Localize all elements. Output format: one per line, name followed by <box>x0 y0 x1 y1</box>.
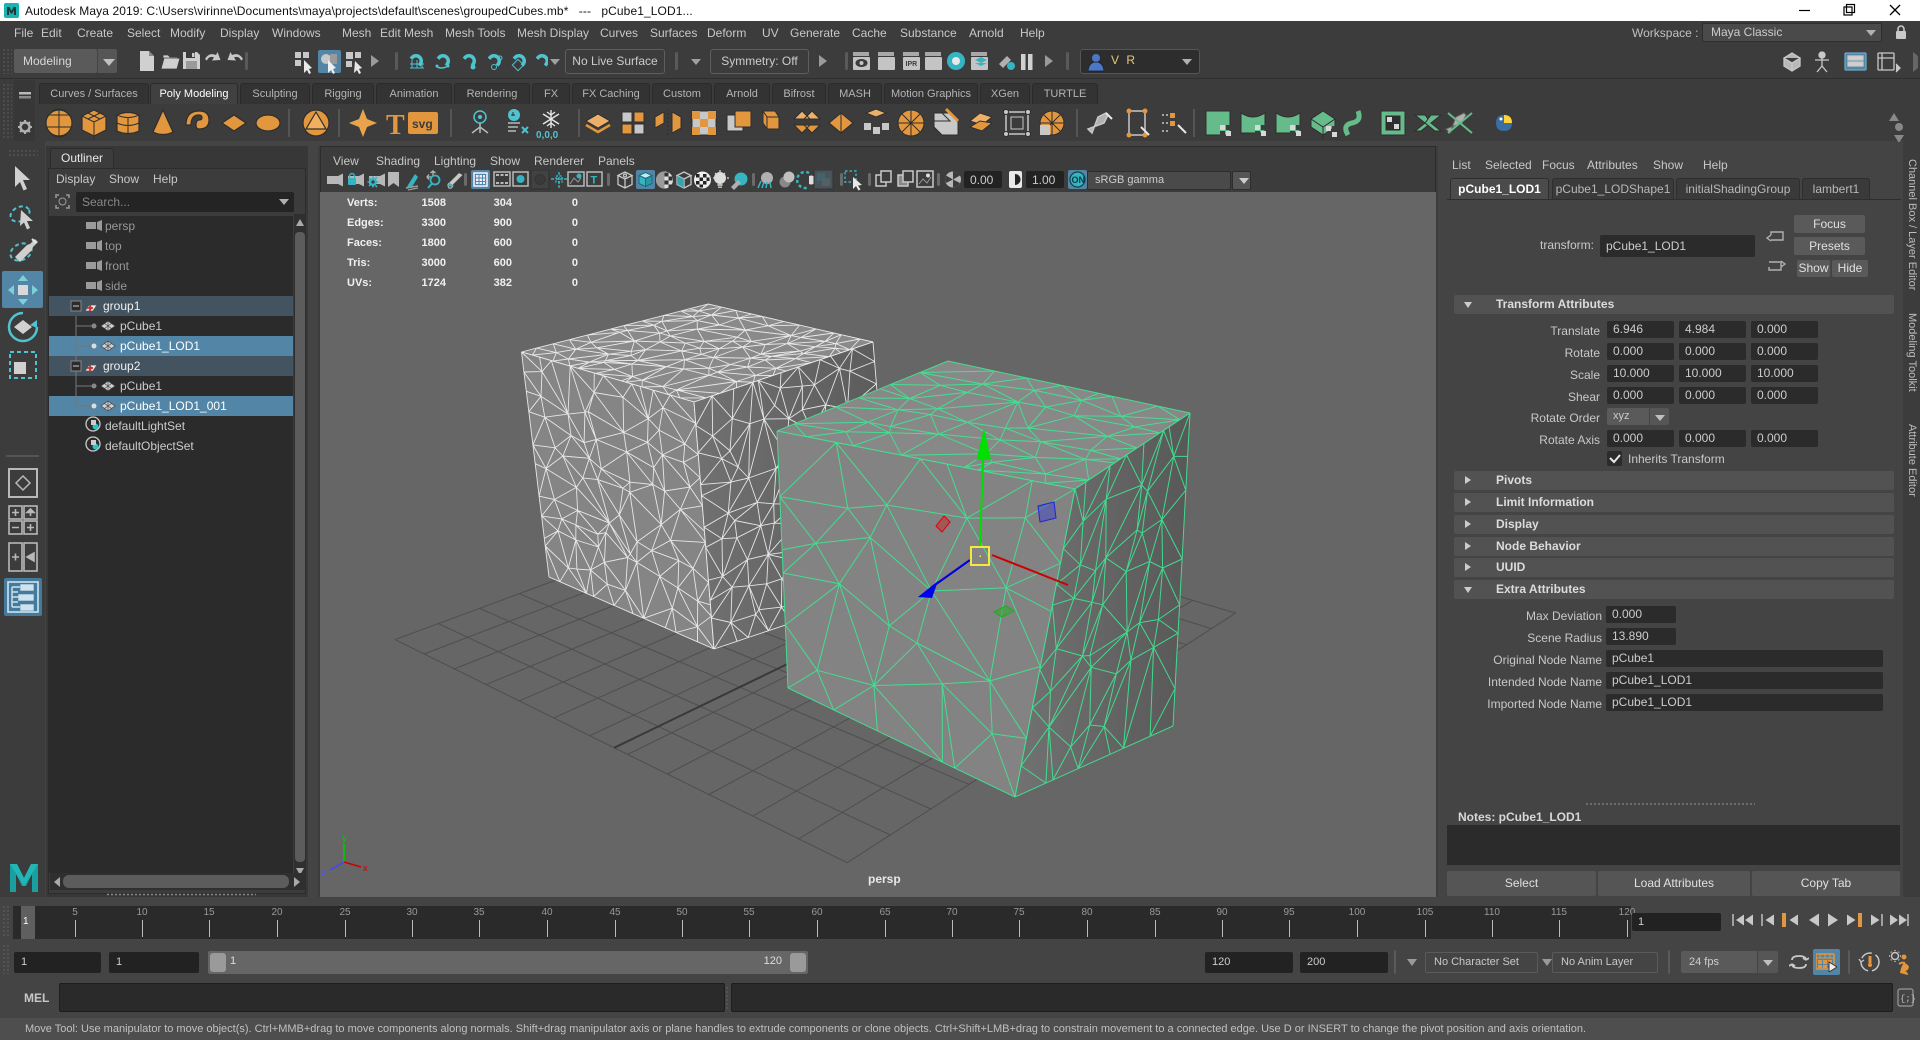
svg-text:pCube1_LOD1_001: pCube1_LOD1_001 <box>120 399 227 413</box>
svg-text:x: x <box>363 863 368 873</box>
svg-text:front: front <box>105 259 130 273</box>
svg-text:side: side <box>105 279 127 293</box>
svg-text:{;}: {;} <box>1900 994 1915 1004</box>
svg-text:persp: persp <box>868 872 901 886</box>
svg-text:group2: group2 <box>103 359 141 373</box>
svg-text:y: y <box>342 833 347 843</box>
svg-text:pCube1: pCube1 <box>120 319 162 333</box>
svg-text:T: T <box>591 175 598 187</box>
svg-text:defaultObjectSet: defaultObjectSet <box>105 439 194 453</box>
svg-text:svg: svg <box>412 117 433 131</box>
svg-text:pCube1_LOD1: pCube1_LOD1 <box>120 339 200 353</box>
svg-text:IPR: IPR <box>906 61 918 68</box>
svg-text:persp: persp <box>105 219 135 233</box>
svg-text:1.00: 1.00 <box>1032 173 1056 187</box>
svg-text:ON: ON <box>1072 175 1086 185</box>
svg-text:pCube1: pCube1 <box>120 379 162 393</box>
svg-text:0,0,0: 0,0,0 <box>536 130 559 141</box>
svg-text:defaultLightSet: defaultLightSet <box>105 419 186 433</box>
svg-text:top: top <box>105 239 122 253</box>
svg-text:z: z <box>322 867 327 877</box>
svg-text:T: T <box>386 110 405 141</box>
svg-text:0.00: 0.00 <box>970 173 994 187</box>
svg-text:group1: group1 <box>103 299 141 313</box>
